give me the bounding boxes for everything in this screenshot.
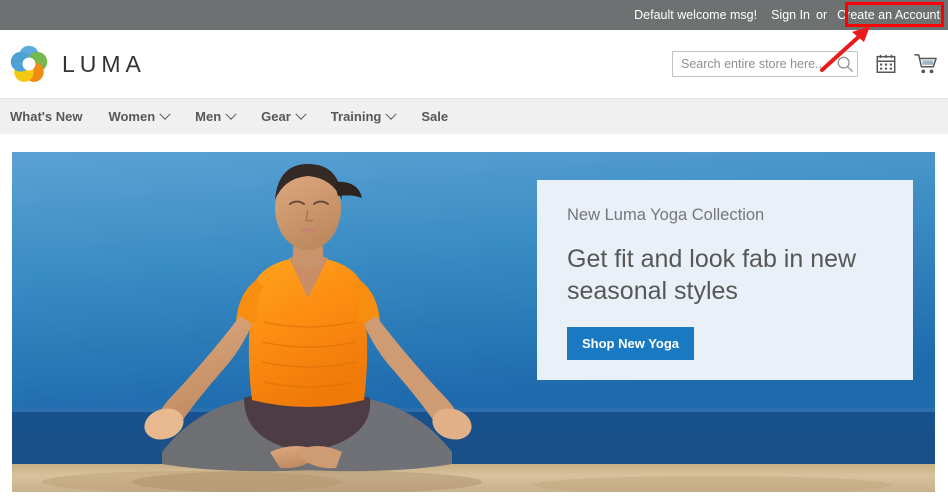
nav-item-men[interactable]: Men bbox=[195, 108, 237, 124]
calendar-icon bbox=[876, 54, 896, 73]
nav-item-women[interactable]: Women bbox=[108, 108, 171, 124]
search-submit-button[interactable] bbox=[836, 55, 854, 73]
chevron-down-icon bbox=[385, 108, 398, 120]
hero-banner[interactable]: New Luma Yoga Collection Get fit and loo… bbox=[12, 152, 935, 492]
nav-item-training[interactable]: Training bbox=[330, 108, 398, 124]
nav-item-sale[interactable]: Sale bbox=[421, 109, 448, 124]
or-separator-label: or bbox=[816, 8, 828, 22]
search-box bbox=[672, 51, 858, 77]
logo-link[interactable]: LUMA bbox=[10, 45, 146, 83]
nav-item-gear[interactable]: Gear bbox=[261, 108, 307, 124]
chevron-down-icon bbox=[159, 108, 171, 120]
chevron-down-icon bbox=[225, 108, 237, 120]
luma-flower-logo-icon bbox=[10, 45, 48, 82]
cart-button[interactable] bbox=[914, 52, 938, 76]
chevron-down-icon bbox=[295, 108, 307, 120]
header-actions bbox=[672, 30, 938, 98]
nav-item-label: What's New bbox=[10, 109, 83, 124]
shop-new-yoga-button[interactable]: Shop New Yoga bbox=[567, 327, 695, 360]
site-header: LUMA bbox=[0, 30, 948, 98]
search-input[interactable] bbox=[672, 51, 858, 77]
shopping-cart-icon bbox=[914, 54, 937, 74]
nav-item-label: Women bbox=[108, 109, 156, 124]
create-an-account-link[interactable]: Create an Account bbox=[833, 8, 944, 22]
nav-item-label: Training bbox=[330, 109, 382, 124]
nav-item-label: Sale bbox=[421, 109, 449, 124]
hero-eyebrow: New Luma Yoga Collection bbox=[567, 206, 765, 224]
top-panel: Default welcome msg! Sign In or Create a… bbox=[0, 0, 948, 30]
main-navigation: What's New Women Men Gear Training Sale bbox=[0, 98, 948, 134]
search-icon bbox=[837, 56, 853, 72]
calendar-button[interactable] bbox=[874, 52, 898, 76]
nav-item-label: Gear bbox=[261, 109, 291, 124]
welcome-message: Default welcome msg! bbox=[634, 8, 758, 22]
nav-item-label: Men bbox=[195, 109, 222, 124]
hero-title: Get fit and look fab in new seasonal sty… bbox=[567, 245, 857, 305]
sign-in-link[interactable]: Sign In bbox=[771, 8, 810, 22]
nav-item-whats-new[interactable]: What's New bbox=[10, 109, 82, 124]
top-panel-links: Default welcome msg! Sign In or Create a… bbox=[634, 8, 944, 22]
logo-wordmark: LUMA bbox=[62, 50, 146, 77]
hero-text-panel: New Luma Yoga Collection Get fit and loo… bbox=[537, 180, 913, 380]
